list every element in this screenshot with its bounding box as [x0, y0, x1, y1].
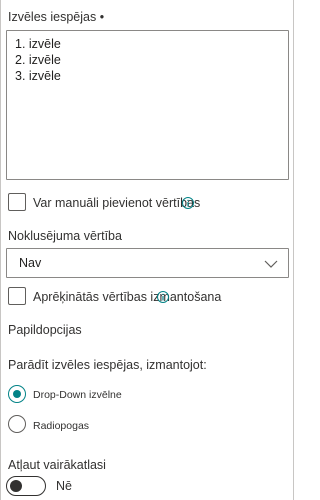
default-value-label: Noklusējuma vērtība: [8, 229, 122, 243]
multi-select-toggle[interactable]: [6, 476, 46, 496]
choice-line: 1. izvēle: [15, 37, 61, 51]
info-icon[interactable]: [182, 197, 194, 209]
radio-buttons-radio[interactable]: [8, 415, 26, 433]
additional-options-heading: Papildopcijas: [8, 323, 82, 337]
dropdown-option-label: Drop-Down izvēlne: [33, 389, 122, 401]
radio-buttons-option-label: Radiopogas: [33, 420, 90, 432]
radio-selected-dot: [13, 390, 21, 398]
choice-line: 2. izvēle: [15, 53, 61, 67]
calculated-values-label: Aprēķinātās vērtības izmantošana: [33, 290, 222, 304]
column-settings-panel: Izvēles iespējas • 1. izvēle 2. izvēle 3…: [0, 0, 294, 500]
manual-values-checkbox[interactable]: [8, 193, 26, 211]
multi-select-state: Nē: [56, 479, 72, 493]
toggle-knob: [10, 480, 22, 492]
choice-line: 3. izvēle: [15, 69, 61, 83]
choices-textarea[interactable]: 1. izvēle 2. izvēle 3. izvēle: [6, 30, 289, 180]
default-value-selected: Nav: [19, 256, 42, 270]
manual-values-label: Var manuāli pievienot vērtības: [33, 196, 201, 210]
dropdown-radio[interactable]: [8, 385, 26, 403]
choices-label: Izvēles iespējas •: [8, 10, 105, 24]
display-as-label: Parādīt izvēles iespējas, izmantojot:: [8, 358, 207, 372]
chevron-down-icon: [264, 257, 278, 275]
multi-select-label: Atļaut vairākatlasi: [8, 458, 106, 472]
default-value-dropdown[interactable]: Nav: [6, 248, 289, 278]
calculated-values-checkbox[interactable]: [8, 287, 26, 305]
info-icon[interactable]: [157, 291, 169, 303]
